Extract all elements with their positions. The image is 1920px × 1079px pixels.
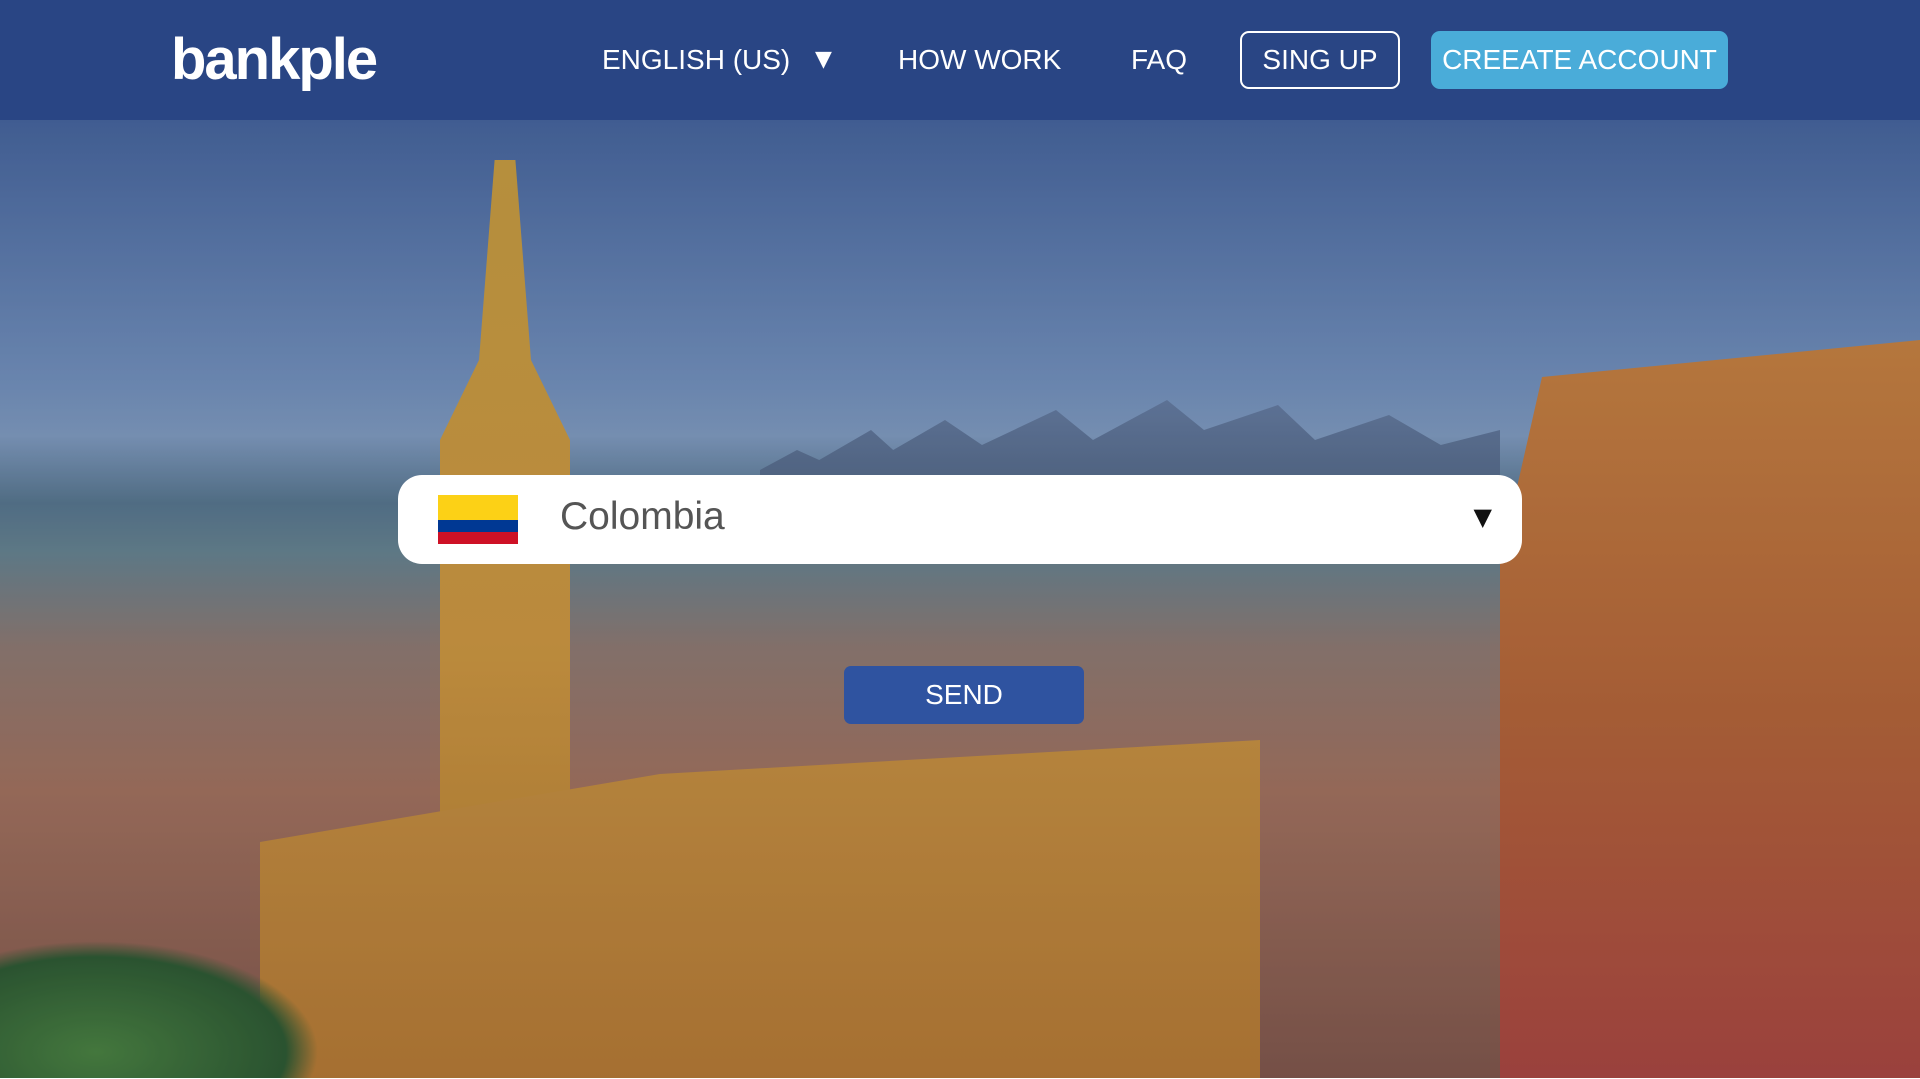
country-select[interactable]: Colombia ▼ <box>398 475 1522 564</box>
hero-background-image <box>0 120 1920 1078</box>
nav-faq[interactable]: FAQ <box>1131 44 1187 76</box>
selected-country: Colombia <box>560 495 725 538</box>
sign-up-button[interactable]: SING UP <box>1240 31 1400 89</box>
top-nav-bar: bankple ENGLISH (US) ▼ HOW WORK FAQ SING… <box>0 0 1920 120</box>
chevron-down-icon[interactable]: ▼ <box>815 47 832 72</box>
bankple-logo[interactable]: bankple <box>171 26 378 93</box>
language-selector[interactable]: ENGLISH (US) <box>602 44 790 76</box>
chevron-down-icon[interactable]: ▼ <box>1474 503 1492 531</box>
flag-stripe-yellow <box>438 495 518 520</box>
flag-stripe-red <box>438 531 518 544</box>
hero-tint-overlay <box>0 120 1920 1078</box>
send-button[interactable]: SEND <box>844 666 1084 724</box>
flag-stripe-blue <box>438 519 518 532</box>
create-account-button[interactable]: CREEATE ACCOUNT <box>1431 31 1728 89</box>
colombia-flag-icon <box>438 495 518 544</box>
nav-how-work[interactable]: HOW WORK <box>898 44 1061 76</box>
